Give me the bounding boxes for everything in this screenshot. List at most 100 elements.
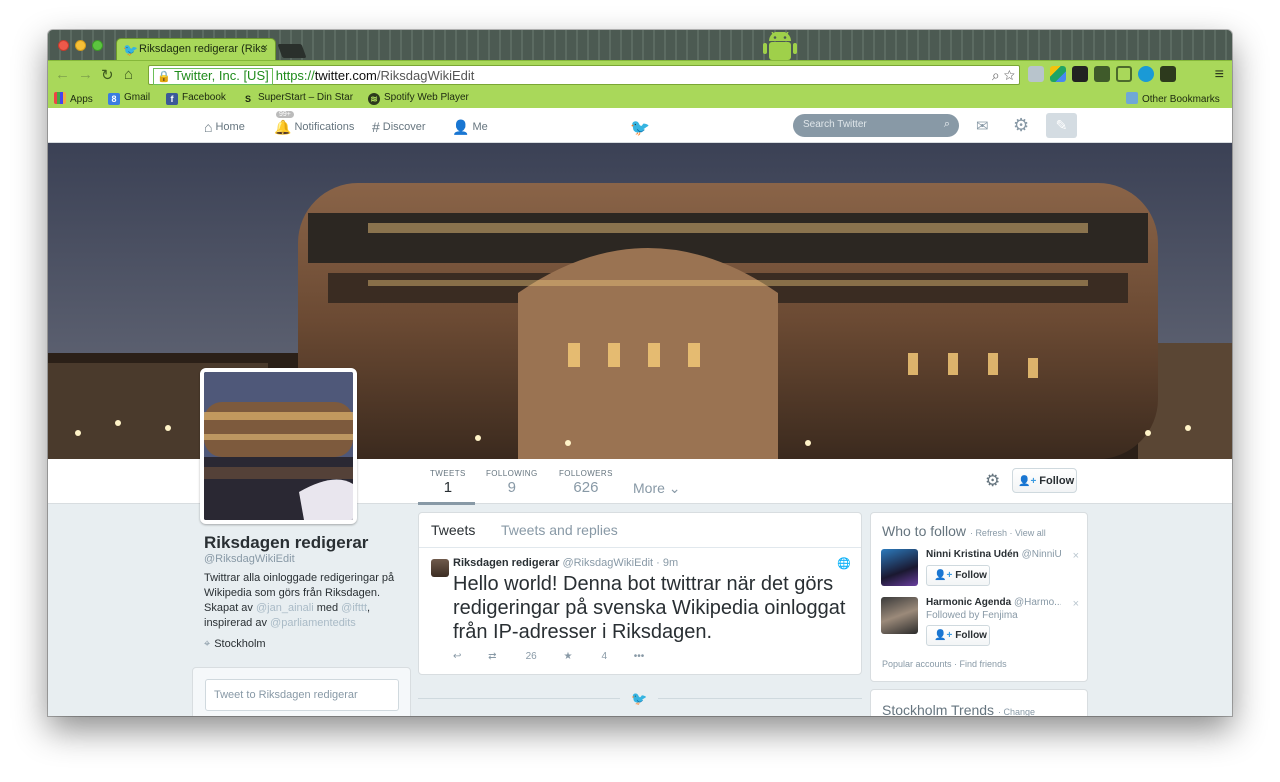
suggested-user-name[interactable]: Ninni Kristina Udén @NinniU [926,549,1061,560]
profile-avatar[interactable] [200,368,357,524]
suggested-user-avatar[interactable] [881,597,918,634]
nav-home[interactable]: ⌂ Home [204,119,245,135]
user-fullname: Ninni Kristina Udén [926,549,1019,560]
nav-notifications[interactable]: 🔔 Notifications [274,119,354,136]
browser-window: 🐦 Riksdagen redigerar (Riks × ← → ↻ ⌂ 🔒 … [48,30,1232,716]
bookmark-spotify[interactable]: ≋ Spotify Web Player [368,92,469,105]
stat-tweets[interactable]: TWEETS 1 [430,469,466,496]
zoom-icon[interactable]: ⌕ [992,67,1000,83]
menu-icon[interactable]: ≡ [1215,66,1224,84]
bookmark-star-icon[interactable]: ☆ [1004,67,1015,83]
home-icon[interactable]: ⌂ [124,66,133,83]
find-friends-link[interactable]: Find friends [960,659,1007,669]
bio-link-ifttt[interactable]: @ifttt [341,602,367,614]
dismiss-icon[interactable]: × [1073,598,1079,610]
suggested-follow-button[interactable]: 👤+ Follow [926,565,990,586]
popular-accounts-link[interactable]: Popular accounts [882,659,952,669]
nav-me-label: Me [472,121,488,133]
stat-label: TWEETS [430,469,466,478]
forward-icon[interactable]: → [78,66,93,83]
close-tab-icon[interactable]: × [262,42,268,54]
nav-discover[interactable]: # Discover [372,119,426,135]
timeline-end-divider: 🐦 [418,691,862,706]
tweet[interactable]: Riksdagen redigerar @RiksdagWikiEdit · 9… [419,548,861,674]
favorite-action[interactable]: ★ 4 [563,651,607,662]
reload-icon[interactable]: ↻ [101,66,114,84]
mail-extension-icon[interactable] [1028,66,1044,82]
back-icon[interactable]: ← [55,66,70,83]
suggested-follow-button[interactable]: 👤+ Follow [926,625,990,646]
minimize-window-button[interactable] [75,40,86,51]
divider-line [658,698,862,699]
bio-link-jan-ainali[interactable]: @jan_ainali [256,602,314,614]
m-extension-icon[interactable] [1138,66,1154,82]
tweet-text: Hello world! Denna bot twittrar när det … [453,573,846,643]
new-tab-button[interactable] [277,44,307,58]
id-extension-icon[interactable] [1160,66,1176,82]
zoom-window-button[interactable] [92,40,103,51]
stat-label: FOLLOWERS [559,469,613,478]
user-fullname: Harmonic Agenda [926,597,1012,608]
user-handle: @Harmo... [1013,597,1061,608]
twitter-page: ⌂ Home 🔔 Notifications 99+ # Discover 👤 Me 🐦… [48,108,1232,716]
close-window-button[interactable] [58,40,69,51]
profile-handle[interactable]: @RiksdagWikiEdit [204,553,295,565]
dismiss-icon[interactable]: × [1073,550,1079,562]
tools-extension-icon[interactable] [1094,66,1110,82]
follow-person-icon: 👤+ [1018,476,1037,487]
other-bookmarks[interactable]: Other Bookmarks [1126,92,1220,105]
tab-tweets[interactable]: Tweets [431,522,475,538]
bio-link-parliamentedits[interactable]: @parliamentedits [270,617,356,629]
view-all-link[interactable]: View all [1015,528,1046,538]
direct-messages-icon[interactable]: ✉ [976,117,989,135]
profile-gear-icon[interactable]: ⚙ [985,471,1000,491]
drive-extension-icon[interactable] [1050,66,1066,82]
tweet-avatar[interactable] [431,559,449,577]
bookmark-facebook[interactable]: f Facebook [166,92,226,105]
ev-certificate-badge[interactable]: 🔒 Twitter, Inc. [US] [153,68,273,85]
bookmark-label: Facebook [182,92,226,103]
search-icon[interactable]: ⌕ [944,118,950,131]
spotify-icon: ≋ [368,93,380,105]
address-bar[interactable]: 🔒 Twitter, Inc. [US] https://twitter.com/… [148,65,1020,85]
who-to-follow-module: Who to follow · Refresh · View all Ninni… [870,512,1088,682]
tweet-meta[interactable]: @RiksdagWikiEdit · 9m [562,557,678,569]
stat-followers[interactable]: FOLLOWERS 626 [559,469,613,496]
home-nav-icon: ⌂ [204,119,213,135]
more-menu[interactable]: More ⌄ [633,480,681,497]
suggested-user-avatar[interactable] [881,549,918,586]
suggested-user-name[interactable]: Harmonic Agenda @Harmo... [926,597,1061,608]
nav-notifications-label: Notifications [294,121,355,133]
follow-person-icon: 👤+ [934,570,953,581]
tweet-to-input[interactable]: Tweet to Riksdagen redigerar [205,679,399,711]
profile-location: ⌖ Stockholm [204,638,266,651]
bio-text: med [316,602,339,614]
more-actions-icon[interactable]: ••• [634,651,645,662]
retweet-action[interactable]: ⇄ 26 [488,651,537,662]
apps-grid-icon [54,92,66,104]
stat-label: FOLLOWING [486,469,538,478]
tab-tweets-and-replies[interactable]: Tweets and replies [501,522,618,538]
search-placeholder: Search Twitter [803,119,867,130]
follow-button[interactable]: 👤+ Follow [1012,468,1077,493]
nav-discover-label: Discover [382,121,426,133]
bookmark-label: SuperStart – Din Star [258,92,354,103]
tweet-author[interactable]: Riksdagen redigerar [453,557,559,569]
twitter-logo-icon[interactable]: 🐦 [630,118,650,138]
search-input[interactable]: Search Twitter ⌕ [793,114,959,137]
bookmark-superstart[interactable]: S SuperStart – Din Star [242,92,353,105]
bookmark-apps[interactable]: Apps [54,92,93,105]
settings-gear-icon[interactable]: ⚙ [1013,115,1029,136]
refresh-link[interactable]: Refresh [975,528,1007,538]
reply-icon[interactable]: ↩ [453,651,461,662]
stat-following[interactable]: FOLLOWING 9 [486,469,538,496]
owl-extension-icon[interactable] [1072,66,1088,82]
trends-module: Stockholm Trends · Change [870,689,1088,716]
bookmark-gmail[interactable]: 8 Gmail [108,92,150,105]
nav-me[interactable]: 👤 Me [452,119,488,136]
change-trends-link[interactable]: Change [1003,707,1035,716]
stat-value: 9 [507,479,516,496]
browser-tab[interactable]: 🐦 Riksdagen redigerar (Riks × [116,38,276,60]
compose-tweet-button[interactable]: ✎ [1046,113,1077,138]
cast-extension-icon[interactable] [1116,66,1132,82]
